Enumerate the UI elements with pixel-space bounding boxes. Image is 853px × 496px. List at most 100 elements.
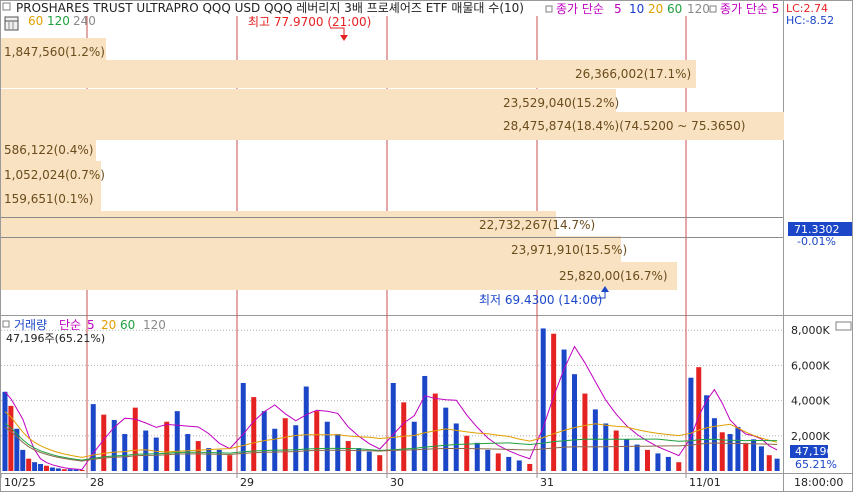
chart-root: 1,847,560(1.2%) 26,366,002(17.1%) 23,529,0… bbox=[0, 0, 853, 492]
volume-bar bbox=[293, 425, 299, 471]
volume-bar bbox=[719, 432, 725, 471]
volume-bar bbox=[527, 463, 533, 471]
volume-profile-label: 28,475,874(18.4%)(74.5200 ~ 75.3650) bbox=[503, 119, 745, 133]
volume-bar bbox=[32, 462, 38, 471]
x-tick-label: 10/25 bbox=[4, 476, 36, 489]
legend-close-label: 종가 단순 bbox=[556, 2, 604, 16]
panel-toggle-icon[interactable] bbox=[2, 2, 11, 11]
volume-bar bbox=[474, 442, 480, 471]
volume-bar bbox=[377, 455, 383, 471]
volume-bar bbox=[324, 421, 330, 471]
price-ma-period-labels: 60 120 240 bbox=[28, 14, 96, 28]
volume-bar bbox=[335, 434, 341, 471]
volume-bar bbox=[411, 421, 417, 471]
volume-bar bbox=[688, 377, 694, 471]
volume-bar bbox=[79, 469, 85, 471]
volume-profile-label: 586,122(0.4%) bbox=[4, 143, 93, 157]
volume-panel-toggle-icon[interactable] bbox=[2, 320, 10, 328]
volume-tick-label: 4,000K bbox=[791, 395, 830, 408]
volume-bar bbox=[645, 449, 650, 471]
legend-toggle-icon[interactable] bbox=[545, 5, 553, 13]
volume-current-value: 47,196 bbox=[795, 445, 834, 458]
price-panel-title: PROSHARES TRUST ULTRAPRO QQQ USD QQQ 레버리… bbox=[16, 1, 524, 15]
current-price-change: -0.01% bbox=[797, 235, 836, 248]
volume-bar bbox=[655, 453, 661, 471]
legend-ma60: 60 bbox=[667, 2, 682, 16]
volume-bar bbox=[143, 430, 149, 471]
volume-profile-band bbox=[1, 211, 556, 239]
hc-label: HC:-8.52 bbox=[786, 14, 834, 27]
x-tick-label: 31 bbox=[540, 476, 554, 489]
legend-ma20: 20 bbox=[648, 2, 663, 16]
low-marker-label: 최저 69.4300 (14:00) bbox=[479, 293, 602, 307]
volume-bar bbox=[43, 465, 49, 471]
volume-bar bbox=[516, 460, 522, 471]
volume-bar bbox=[443, 407, 449, 471]
ma240-label: 240 bbox=[73, 14, 96, 28]
volume-bar bbox=[676, 462, 682, 471]
volume-bar bbox=[67, 469, 73, 471]
legend-ma5: 5 bbox=[614, 2, 622, 16]
volume-bar bbox=[303, 386, 309, 471]
volume-profile-label: 1,847,560(1.2%) bbox=[4, 45, 105, 59]
volume-bar bbox=[90, 404, 96, 471]
volume-bar bbox=[2, 391, 8, 471]
calendar-icon[interactable] bbox=[4, 16, 19, 31]
volume-bar bbox=[390, 383, 396, 471]
x-tick-label: 11/01 bbox=[689, 476, 721, 489]
volume-bar bbox=[485, 449, 491, 471]
volume-bar bbox=[206, 448, 212, 471]
volume-profile-label: 26,366,002(17.1%) bbox=[575, 67, 691, 81]
volume-bar bbox=[366, 451, 372, 471]
volume-bar bbox=[122, 434, 128, 471]
volume-bar bbox=[132, 407, 138, 471]
legend2-toggle-icon[interactable] bbox=[709, 5, 717, 13]
volume-bar bbox=[634, 444, 640, 471]
volume-profile-label: 23,529,040(15.2%) bbox=[503, 96, 619, 110]
volume-current-readout: 47,196주(65.21%) bbox=[6, 332, 105, 345]
volume-ma60: 60 bbox=[120, 318, 135, 332]
volume-bar bbox=[240, 383, 246, 471]
volume-bar bbox=[624, 439, 630, 471]
volume-bar bbox=[582, 393, 588, 471]
volume-bar bbox=[432, 393, 438, 471]
volume-bar bbox=[251, 397, 257, 471]
volume-ma120: 120 bbox=[143, 318, 166, 332]
volume-bar bbox=[227, 455, 233, 471]
legend-ma120: 120 bbox=[687, 2, 710, 16]
volume-tick-label: 2,000K bbox=[791, 430, 830, 443]
ma120-label: 120 bbox=[47, 14, 70, 28]
volume-ma-label: 단순 bbox=[59, 318, 81, 332]
x-tick-label: 29 bbox=[240, 476, 254, 489]
volume-bar bbox=[73, 469, 79, 471]
volume-bar bbox=[704, 395, 710, 471]
volume-bar bbox=[774, 458, 780, 471]
volume-bar bbox=[164, 421, 170, 471]
volume-bar bbox=[506, 456, 512, 471]
ma60-label: 60 bbox=[28, 14, 43, 28]
volume-bar bbox=[665, 456, 671, 471]
volume-bar bbox=[592, 409, 598, 471]
volume-panel-resize-icon[interactable] bbox=[835, 321, 852, 331]
volume-bar bbox=[422, 375, 428, 471]
volume-bar bbox=[345, 441, 351, 471]
volume-bar bbox=[174, 411, 180, 471]
volume-bar bbox=[49, 467, 55, 471]
volume-ma5: 5 bbox=[87, 318, 95, 332]
volume-bar bbox=[613, 430, 619, 471]
volume-profile-label: 22,732,267(14.7%) bbox=[479, 218, 595, 232]
volume-bar bbox=[38, 463, 44, 471]
volume-bar bbox=[766, 455, 772, 471]
volume-current-pct: 65.21% bbox=[795, 458, 837, 471]
volume-bar bbox=[282, 418, 288, 471]
volume-profile-label: 25,820,00(16.7%) bbox=[559, 269, 668, 283]
volume-profile-label: 1,052,024(0.7%) bbox=[4, 168, 105, 182]
chart-canvas: 1,847,560(1.2%) 26,366,002(17.1%) 23,529,0… bbox=[0, 0, 853, 492]
volume-bar bbox=[727, 434, 733, 471]
volume-bar bbox=[572, 374, 577, 471]
x-tick-label: 28 bbox=[90, 476, 104, 489]
volume-bar bbox=[464, 435, 470, 471]
volume-bar bbox=[495, 453, 501, 471]
legend2-label: 종가 단순 5 bbox=[720, 2, 779, 16]
volume-bar bbox=[356, 448, 362, 471]
